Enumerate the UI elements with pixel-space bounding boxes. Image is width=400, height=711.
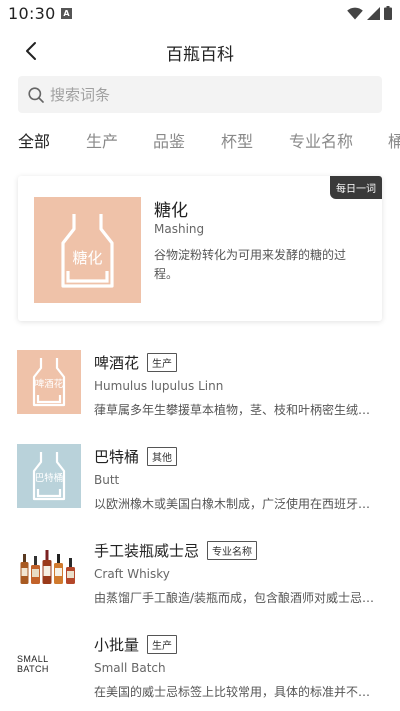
featured-thumb-text: 糖化 xyxy=(72,249,102,267)
item-thumbnail: 巴特桶 xyxy=(17,444,81,508)
item-title-row: 小批量 生产 xyxy=(94,634,178,655)
tab-tasting[interactable]: 品鉴 xyxy=(153,128,185,152)
notification-icon: A xyxy=(61,8,72,19)
item-subtitle: Small Batch xyxy=(94,661,166,675)
item-title: 手工装瓶威士忌 xyxy=(94,542,200,560)
list-item[interactable]: 手工装瓶威士忌 专业名称 Craft Whisky 由蒸馏厂手工酿造/装瓶而成，… xyxy=(0,538,400,618)
category-tag: 生产 xyxy=(147,353,178,372)
featured-description: 谷物淀粉转化为可用来发酵的糖的过程。 xyxy=(154,248,347,281)
small-batch-logo: SMALL BATCH xyxy=(17,654,49,674)
item-description: 在美国的威士忌标签上比较常用，具体的标准并不统一 xyxy=(94,685,380,699)
tab-glassware[interactable]: 杯型 xyxy=(221,128,253,152)
item-title: 巴特桶 xyxy=(94,448,140,466)
item-subtitle: Craft Whisky xyxy=(94,567,170,581)
category-tag: 生产 xyxy=(147,635,178,654)
item-title-row: 巴特桶 其他 xyxy=(94,446,178,467)
category-tabs: 全部 生产 品鉴 杯型 专业名称 桶 xyxy=(0,128,400,154)
list-item[interactable]: 巴特桶 巴特桶 其他 Butt 以欧洲橡木或美国白橡木制成，广泛使用在西班牙雪莉… xyxy=(0,444,400,524)
item-thumbnail: 啤酒花 xyxy=(17,350,81,414)
status-time: 10:30 xyxy=(8,4,56,23)
tab-all[interactable]: 全部 xyxy=(18,128,50,152)
item-title-row: 啤酒花 生产 xyxy=(94,352,178,373)
item-thumbnail xyxy=(17,538,81,602)
signal-icon xyxy=(367,6,380,20)
item-description: 葎草属多年生攀援草本植物，茎、枝和叶柄密生绒毛和倒钩刺 xyxy=(94,403,380,417)
page-title: 百瓶百科 xyxy=(166,45,234,65)
featured-thumbnail: 糖化 xyxy=(34,197,141,303)
item-thumbnail: SMALL BATCH xyxy=(17,632,81,696)
bottle-outline-icon: 啤酒花 xyxy=(32,358,66,407)
item-subtitle: Butt xyxy=(94,473,120,487)
bottle-outline-icon: 糖化 xyxy=(61,214,114,288)
search-icon xyxy=(28,86,44,103)
tab-terminology[interactable]: 专业名称 xyxy=(289,128,353,152)
item-thumb-text: 巴特桶 xyxy=(35,472,64,484)
item-subtitle: Humulus lupulus Linn xyxy=(94,379,224,393)
item-description: 以欧洲橡木或美国白橡木制成，广泛使用在西班牙雪莉酒的陈酿 xyxy=(94,497,380,511)
item-title: 小批量 xyxy=(94,636,140,654)
battery-icon xyxy=(384,6,392,20)
app-header: 百瓶百科 xyxy=(0,32,400,70)
tab-production[interactable]: 生产 xyxy=(86,128,118,152)
list-item[interactable]: SMALL BATCH 小批量 生产 Small Batch 在美国的威士忌标签… xyxy=(0,632,400,711)
featured-title: 糖化 xyxy=(154,201,188,221)
item-description: 由蒸馏厂手工酿造/装瓶而成，包含酿酒师对威士忌的独特理解 xyxy=(94,591,380,605)
whisky-bottles-image xyxy=(20,550,75,584)
search-bar[interactable] xyxy=(18,76,382,113)
daily-word-badge: 每日一词 xyxy=(330,176,382,199)
wifi-icon xyxy=(347,7,363,19)
search-input[interactable] xyxy=(50,85,350,104)
status-bar: 10:30 A xyxy=(0,0,400,28)
status-icons xyxy=(347,6,392,20)
category-tag: 专业名称 xyxy=(207,541,258,560)
item-title-row: 手工装瓶威士忌 专业名称 xyxy=(94,540,258,561)
item-thumb-text: 啤酒花 xyxy=(35,378,64,390)
tab-cask[interactable]: 桶 xyxy=(388,128,400,152)
list-item[interactable]: 啤酒花 啤酒花 生产 Humulus lupulus Linn 葎草属多年生攀援… xyxy=(0,350,400,430)
bottle-outline-icon: 巴特桶 xyxy=(32,452,66,501)
item-title: 啤酒花 xyxy=(94,354,140,372)
daily-word-card[interactable]: 每日一词 糖化 糖化 Mashing 谷物淀粉转化为可用来发酵的糖的过程。 xyxy=(18,176,382,321)
category-tag: 其他 xyxy=(147,447,178,466)
featured-subtitle: Mashing xyxy=(154,222,205,236)
